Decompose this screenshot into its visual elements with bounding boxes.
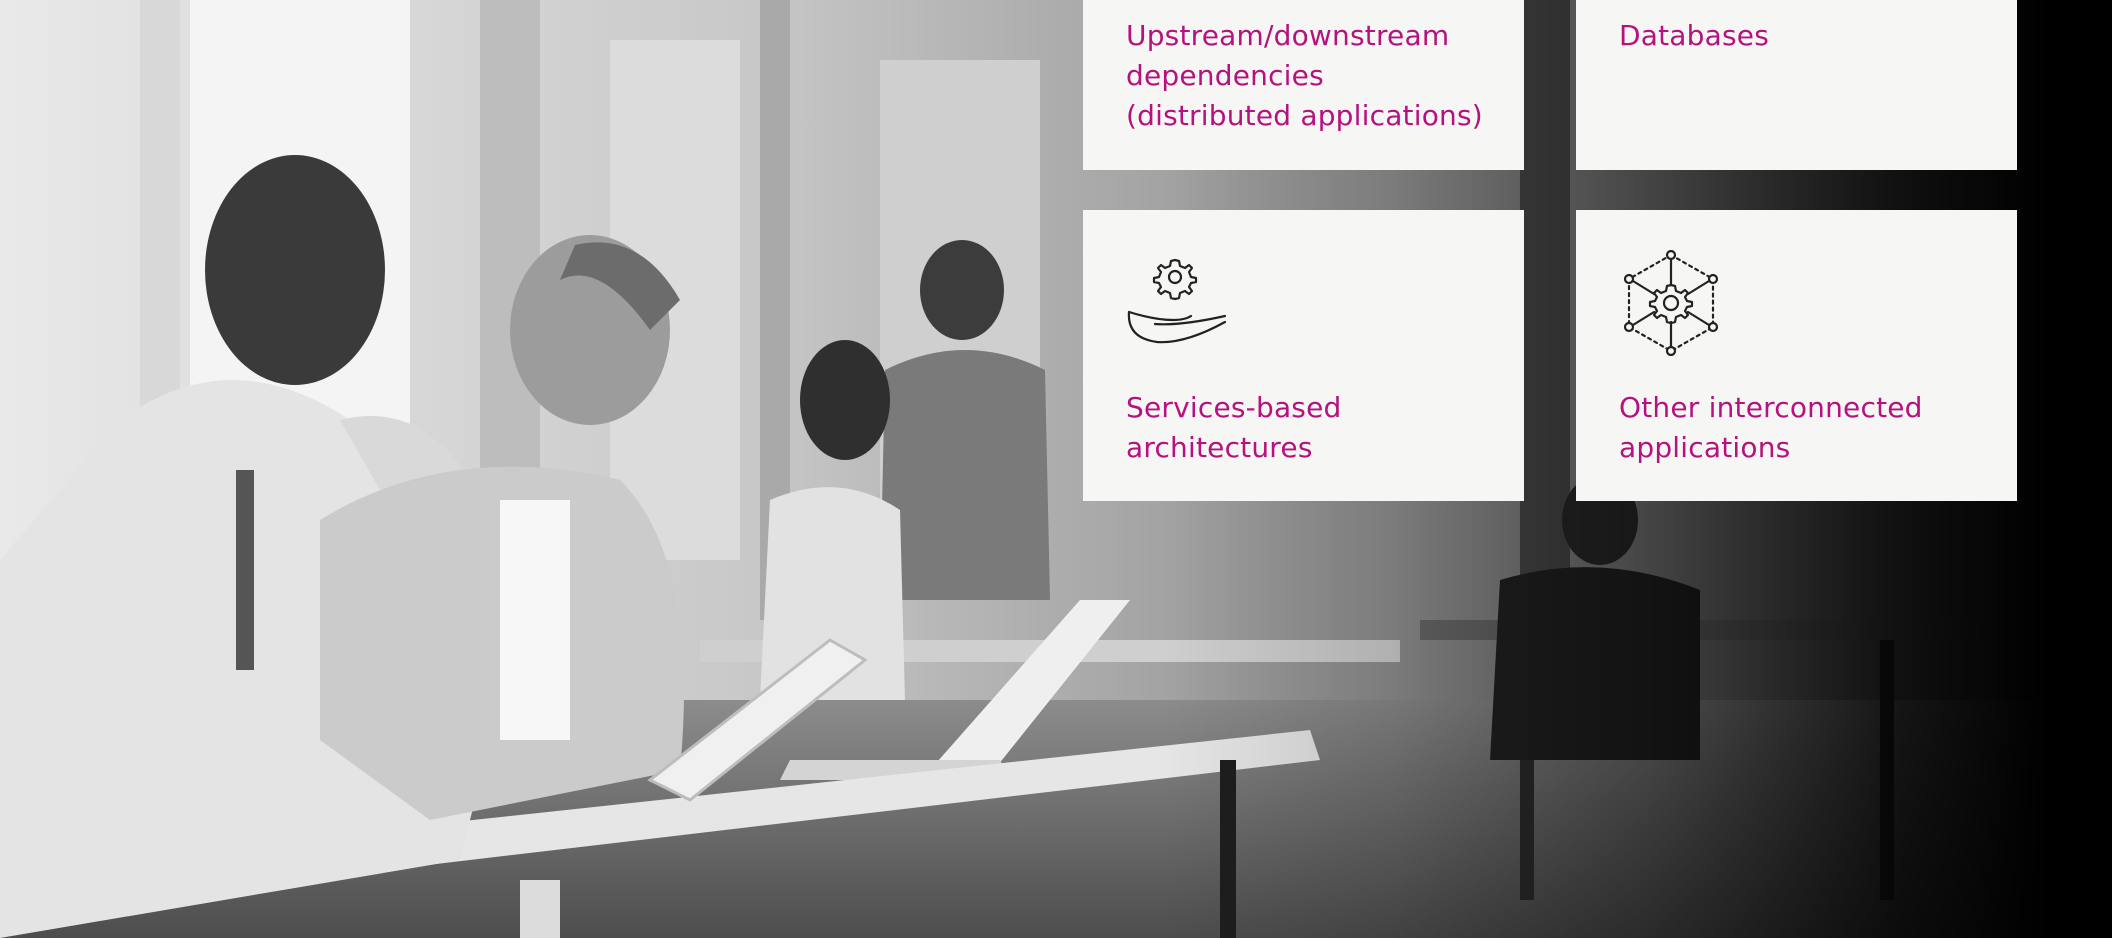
card-title: Databases (1619, 19, 1769, 52)
hero-section: Upstream/downstream dependencies (distri… (0, 0, 2112, 938)
card-title: Upstream/downstream dependencies (distri… (1126, 19, 1483, 132)
hand-gear-icon (1127, 258, 1227, 344)
card-other-interconnected-applications: Other interconnected applications (1576, 210, 2017, 501)
card-title: Other interconnected applications (1619, 391, 1923, 464)
card-title: Services-based architectures (1126, 391, 1342, 464)
card-services-based-architectures: Services-based architectures (1083, 210, 1524, 501)
network-gear-icon (1623, 250, 1719, 356)
card-databases: Databases (1576, 0, 2017, 170)
card-upstream-dependencies: Upstream/downstream dependencies (distri… (1083, 0, 1524, 170)
